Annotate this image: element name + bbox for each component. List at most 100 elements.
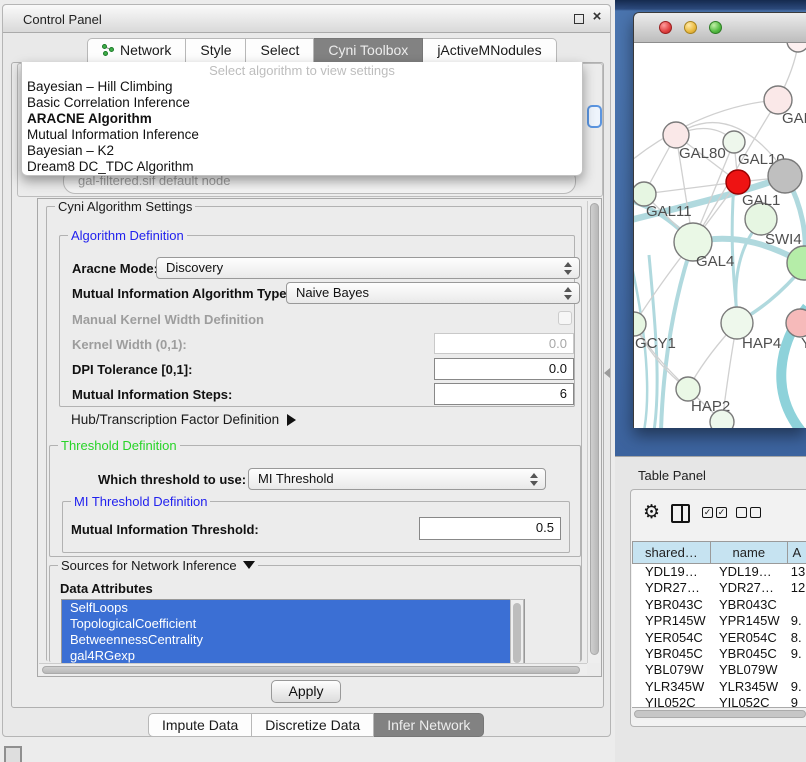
- table-header-row: shared… name A: [632, 541, 806, 564]
- mi-steps-label: Mutual Information Steps:: [72, 387, 232, 402]
- aracne-mode-combo[interactable]: Discovery: [156, 257, 580, 279]
- which-threshold-combo[interactable]: MI Threshold: [248, 468, 546, 490]
- table-row[interactable]: YLR345WYLR345W9.: [632, 679, 806, 695]
- attribute-item-selected[interactable]: gal4RGexp: [62, 648, 524, 664]
- tab-discretize-data[interactable]: Discretize Data: [252, 713, 374, 737]
- table-panel-body: ⚙ ✓ ✓ shared… name A YDL19…YDL19…13YDR27…: [630, 489, 806, 727]
- table-row[interactable]: YER054CYER054C8.: [632, 630, 806, 646]
- data-attributes-list[interactable]: SelfLoops TopologicalCoefficient Between…: [61, 599, 525, 670]
- table-horizontal-scrollbar[interactable]: [632, 707, 806, 720]
- close-panel-icon[interactable]: ×: [590, 10, 604, 24]
- table-row[interactable]: YPR145WYPR145W9.: [632, 613, 806, 629]
- mi-type-label: Mutual Information Algorithm Type:: [72, 286, 291, 301]
- node-label: SWI4: [765, 231, 802, 248]
- aracne-mode-label: Aracne Mode:: [72, 261, 158, 276]
- gear-icon[interactable]: ⚙: [643, 503, 660, 522]
- table-row[interactable]: YBR043CYBR043C: [632, 597, 806, 613]
- table-row[interactable]: YBR045CYBR045C9.: [632, 646, 806, 662]
- algorithm-option[interactable]: Basic Correlation Inference: [22, 95, 582, 111]
- threshold-definition-group: Threshold Definition Which threshold to …: [49, 445, 581, 557]
- settings-horizontal-scrollbar[interactable]: [39, 663, 587, 675]
- network-icon: [102, 44, 115, 56]
- expand-right-icon: [287, 414, 296, 426]
- tab-impute-data[interactable]: Impute Data: [148, 713, 252, 737]
- deselect-all-checkbox-icon[interactable]: [736, 507, 747, 518]
- show-columns-icon[interactable]: [671, 504, 690, 523]
- network-view-window[interactable]: GAL7GAL80GAL10GAL11GAL1GAL4SWI4GCY1HAP4Y…: [633, 12, 806, 428]
- panel-splitter-handle[interactable]: [604, 368, 610, 378]
- network-window-titlebar[interactable]: [634, 13, 806, 43]
- deselect-all-checkbox-icon[interactable]: [750, 507, 761, 518]
- tab-cyni-toolbox[interactable]: Cyni Toolbox: [314, 38, 423, 63]
- attribute-table-body: YDL19…YDL19…13YDR27…YDR27…12YBR043CYBR04…: [632, 564, 806, 707]
- table-row[interactable]: YIL052CYIL052C9: [632, 695, 806, 707]
- network-node[interactable]: [710, 410, 734, 428]
- algorithm-option[interactable]: Bayesian – Hill Climbing: [22, 79, 582, 95]
- settings-vertical-scrollbar[interactable]: [587, 201, 600, 663]
- mi-type-combo[interactable]: Naive Bayes: [286, 282, 580, 304]
- network-node[interactable]: [726, 170, 750, 194]
- algorithm-option[interactable]: Bayesian – K2: [22, 143, 582, 159]
- network-canvas[interactable]: GAL7GAL80GAL10GAL11GAL1GAL4SWI4GCY1HAP4Y…: [634, 43, 806, 428]
- select-all-checkbox-icon[interactable]: ✓: [702, 507, 713, 518]
- column-header[interactable]: A: [788, 541, 806, 564]
- attributes-scrollbar[interactable]: [510, 599, 524, 670]
- mi-threshold-field[interactable]: 0.5: [419, 517, 561, 540]
- tab-style[interactable]: Style: [186, 38, 246, 63]
- attribute-item-selected[interactable]: TopologicalCoefficient: [62, 616, 524, 632]
- column-header[interactable]: name: [711, 541, 788, 564]
- algorithm-combo-stepper[interactable]: [587, 105, 602, 128]
- control-panel: Control Panel × Network Style Select Cyn…: [2, 4, 611, 737]
- network-node[interactable]: [723, 131, 745, 153]
- data-attributes-label: Data Attributes: [60, 581, 153, 596]
- tab-infer-network[interactable]: Infer Network: [374, 713, 484, 737]
- table-cell: 9: [788, 695, 806, 707]
- dpi-tolerance-label: DPI Tolerance [0,1]:: [72, 362, 192, 377]
- table-cell: 9.: [788, 613, 806, 629]
- control-panel-tabs: Network Style Select Cyni Toolbox jActiv…: [87, 38, 557, 63]
- mi-steps-field[interactable]: 6: [434, 383, 574, 405]
- node-label: GAL1: [742, 192, 780, 209]
- kernel-width-field[interactable]: 0.0: [434, 333, 574, 354]
- algorithm-option[interactable]: Mutual Information Inference: [22, 127, 582, 143]
- mi-threshold-label: Mutual Information Threshold:: [71, 522, 259, 537]
- column-header[interactable]: shared…: [632, 541, 711, 564]
- float-panel-icon[interactable]: [574, 14, 584, 24]
- tab-jactivemnodules[interactable]: jActiveMNodules: [423, 38, 556, 63]
- node-label: GAL4: [696, 253, 734, 270]
- table-cell: 13: [788, 564, 806, 580]
- select-all-checkbox-icon[interactable]: ✓: [716, 507, 727, 518]
- table-cell: 8.: [788, 630, 806, 646]
- table-row[interactable]: YDR27…YDR27…12: [632, 580, 806, 596]
- table-row[interactable]: YBL079WYBL079W: [632, 662, 806, 678]
- node-label: GCY1: [635, 335, 676, 352]
- algorithm-option-selected[interactable]: ARACNE Algorithm: [22, 111, 582, 127]
- mi-threshold-group: MI Threshold Definition Mutual Informati…: [62, 501, 570, 553]
- table-panel-title: Table Panel: [638, 468, 706, 483]
- network-node[interactable]: [768, 159, 802, 193]
- algorithm-option[interactable]: Dream8 DC_TDC Algorithm: [22, 159, 582, 175]
- manual-kernel-checkbox[interactable]: [558, 311, 572, 325]
- window-minimize-icon[interactable]: [684, 21, 697, 34]
- table-row[interactable]: YDL19…YDL19…13: [632, 564, 806, 580]
- window-close-icon[interactable]: [659, 21, 672, 34]
- minimized-panel-icon[interactable]: [4, 746, 22, 762]
- sources-title[interactable]: Sources for Network Inference: [58, 558, 258, 573]
- network-edge[interactable]: [644, 182, 738, 194]
- table-cell: YPR145W: [632, 613, 711, 629]
- apply-button[interactable]: Apply: [271, 680, 341, 703]
- window-zoom-icon[interactable]: [709, 21, 722, 34]
- network-node[interactable]: [787, 43, 806, 52]
- hub-definition-expander[interactable]: Hub/Transcription Factor Definition: [71, 412, 296, 427]
- kernel-width-label: Kernel Width (0,1):: [72, 337, 187, 352]
- table-cell: [788, 662, 806, 678]
- network-node[interactable]: [787, 246, 806, 280]
- attribute-item-selected[interactable]: SelfLoops: [62, 600, 524, 616]
- tab-network[interactable]: Network: [87, 38, 186, 63]
- attribute-item-selected[interactable]: BetweennessCentrality: [62, 632, 524, 648]
- cyni-mode-tabs: Impute Data Discretize Data Infer Networ…: [148, 713, 484, 737]
- algorithm-dropdown-popup: Select algorithm to view settings Bayesi…: [21, 62, 583, 176]
- dpi-tolerance-field[interactable]: 0.0: [434, 358, 574, 380]
- table-cell: [788, 597, 806, 613]
- tab-select[interactable]: Select: [246, 38, 314, 63]
